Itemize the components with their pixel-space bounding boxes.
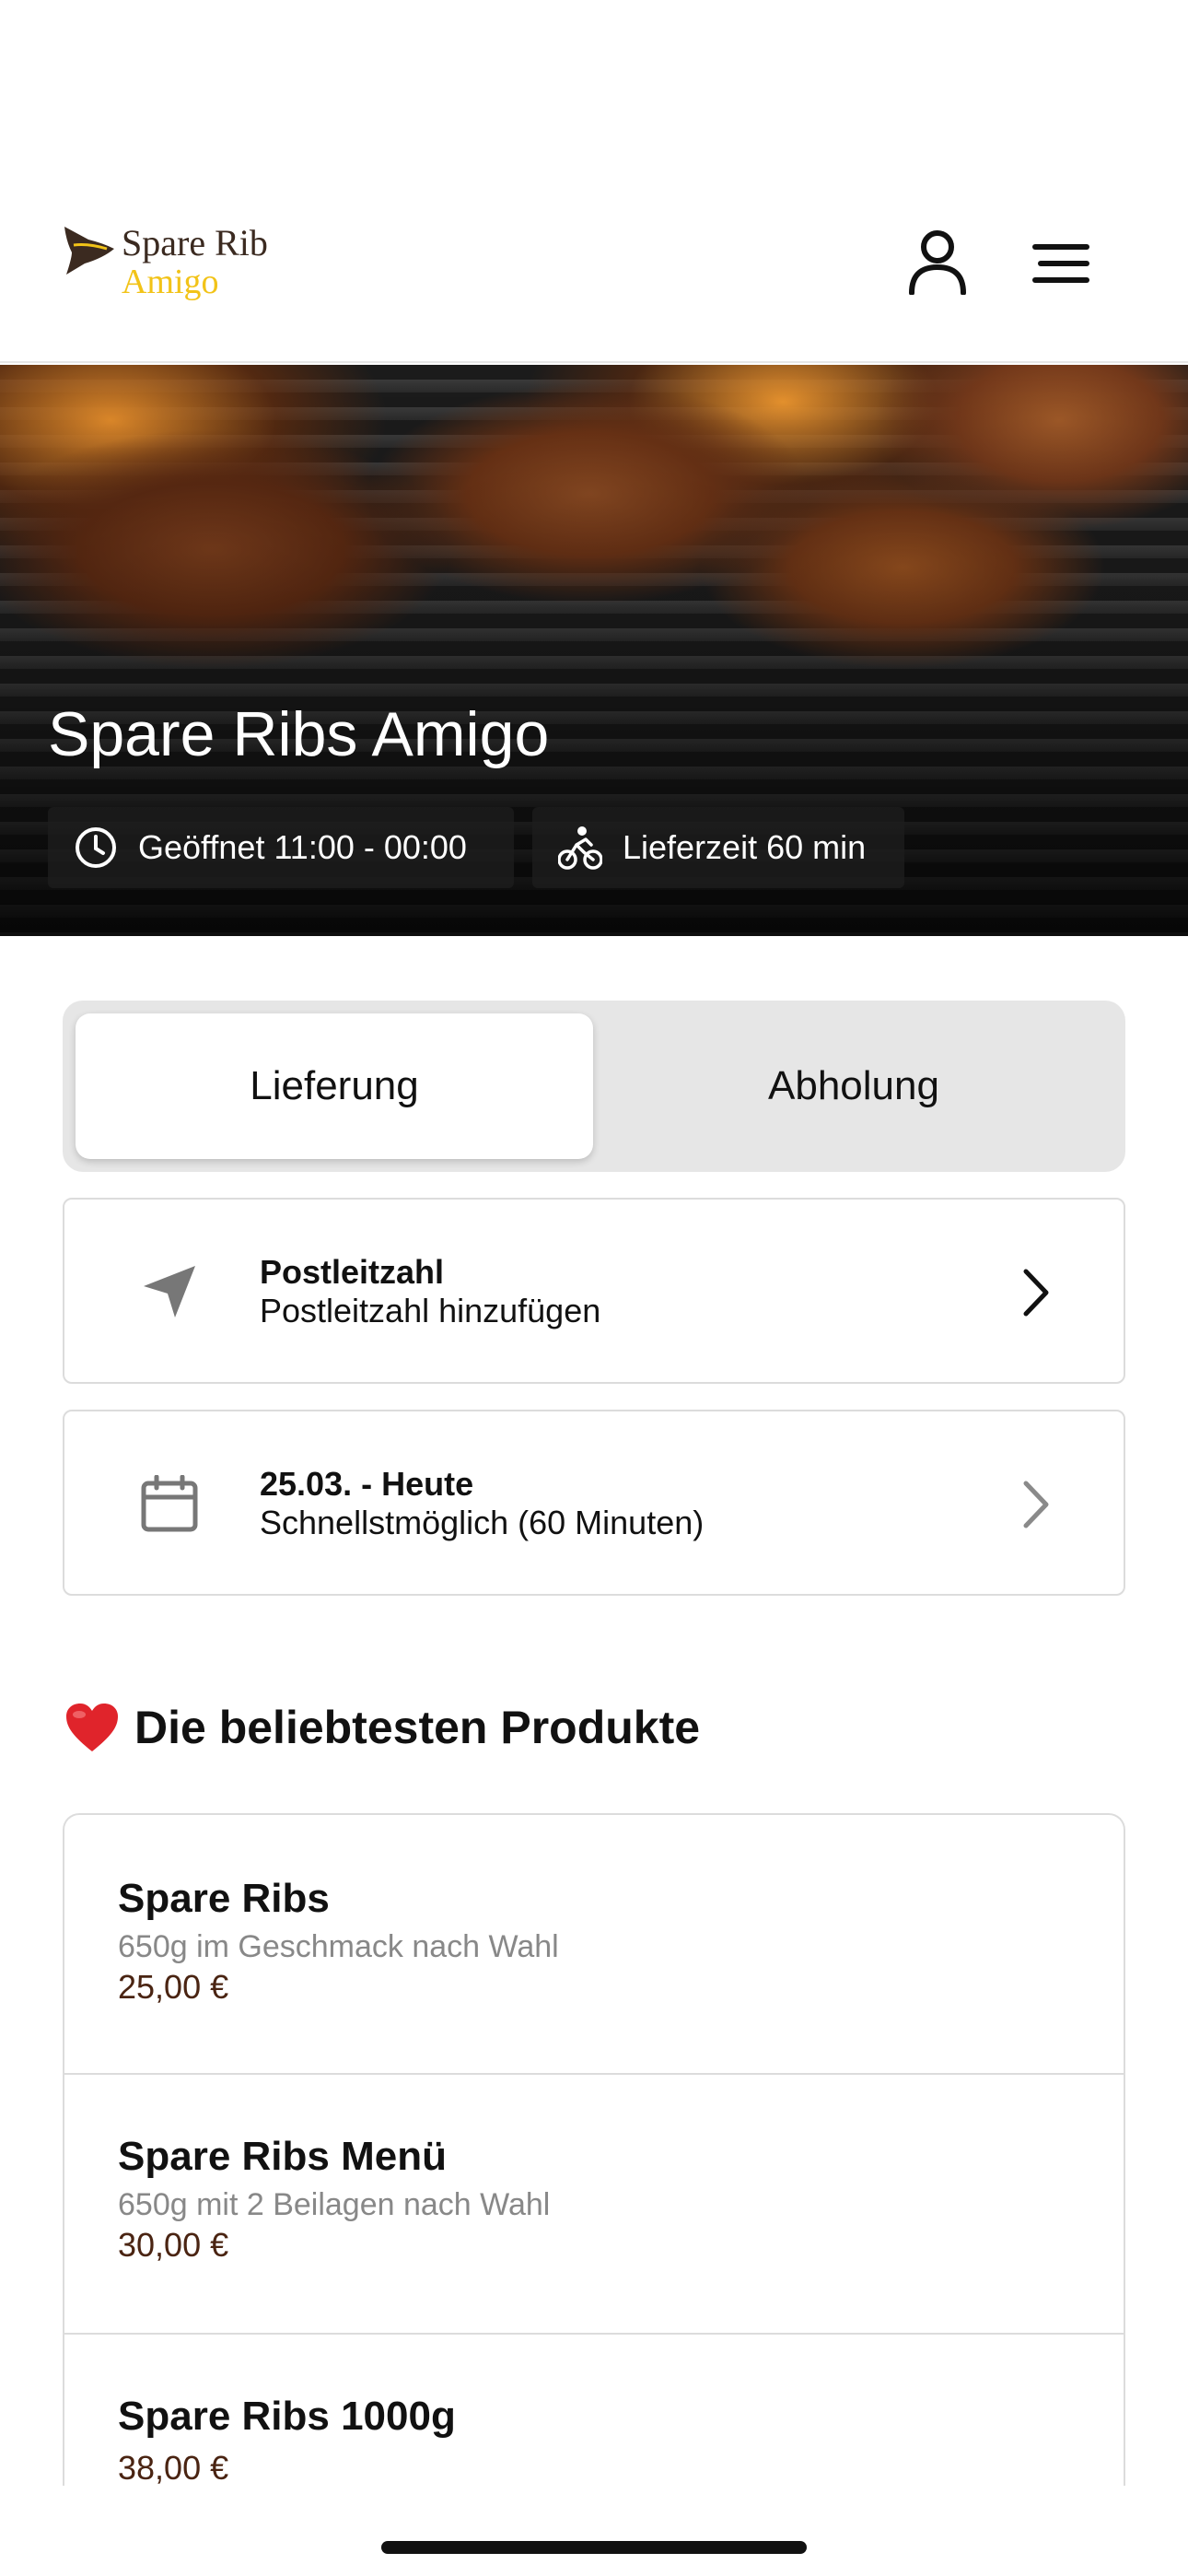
delivery-date-subtitle: Schnellstmöglich (60 Minuten) [260,1504,705,1541]
tab-pickup[interactable]: Abholung [595,1013,1112,1159]
product-price: 30,00 € [118,2226,229,2264]
location-arrow-icon [144,1266,195,1317]
postal-code-subtitle: Postleitzahl hinzufügen [260,1292,601,1329]
opening-hours-text: Geöffnet 11:00 - 00:00 [138,828,467,866]
account-button[interactable] [903,227,973,297]
delivery-time-card[interactable]: 25.03. - Heute Schnellstmöglich (60 Minu… [63,1410,1125,1596]
clock-icon [76,827,116,868]
hero-banner: Spare Ribs Amigo Geöffnet 11:00 - 00:00 … [0,365,1188,936]
app-header: Spare Rib Amigo [0,0,1188,363]
postal-code-card[interactable]: Postleitzahl Postleitzahl hinzufügen [63,1198,1125,1384]
postal-code-title: Postleitzahl [260,1253,445,1291]
location-icon-wrap [133,1255,206,1329]
sombrero-icon [64,227,114,275]
hamburger-menu-icon [1032,244,1089,283]
opening-hours-badge: Geöffnet 11:00 - 00:00 [48,807,514,888]
order-mode-toggle: Lieferung Abholung [63,1001,1125,1172]
user-icon [909,230,966,295]
product-description: 650g mit 2 Beilagen nach Wahl [118,2187,551,2222]
product-item[interactable]: Spare Ribs Menü 650g mit 2 Beilagen nach… [64,2075,1124,2335]
restaurant-title: Spare Ribs Amigo [48,699,550,769]
delivery-date-chevron [1004,1472,1068,1537]
delivery-date-title: 25.03. - Heute [260,1465,474,1503]
postal-code-chevron [1004,1260,1068,1325]
popular-products-list: Spare Ribs 650g im Geschmack nach Wahl 2… [63,1813,1125,2486]
popular-products-heading: Die beliebtesten Produkte [64,1701,700,1754]
delivery-time-badge: Lieferzeit 60 min [532,807,904,888]
home-indicator[interactable] [381,2541,807,2554]
chevron-right-icon [1023,1481,1049,1528]
logo-text-primary: Spare Rib [122,222,268,263]
product-price: 25,00 € [118,1968,229,2006]
brand-logo[interactable]: Spare Rib Amigo [61,217,291,310]
logo-text-secondary: Amigo [122,263,219,301]
popular-products-title: Die beliebtesten Produkte [134,1702,701,1753]
product-name: Spare Ribs [118,1876,330,1921]
chevron-right-icon [1023,1269,1049,1317]
product-name: Spare Ribs Menü [118,2134,447,2179]
calendar-icon [141,1475,198,1532]
product-description: 650g im Geschmack nach Wahl [118,1929,559,1964]
product-price: 38,00 € [118,2449,229,2486]
product-item[interactable]: Spare Ribs 1000g 38,00 € [64,2335,1124,2486]
delivery-time-text: Lieferzeit 60 min [623,828,867,866]
calendar-icon-wrap [133,1467,206,1540]
heart-icon [66,1704,118,1751]
bicycle-courier-icon [558,826,602,870]
product-item[interactable]: Spare Ribs 650g im Geschmack nach Wahl 2… [64,1815,1124,2075]
menu-button[interactable] [1028,236,1094,291]
tab-delivery[interactable]: Lieferung [76,1013,593,1159]
product-name: Spare Ribs 1000g [118,2394,456,2439]
